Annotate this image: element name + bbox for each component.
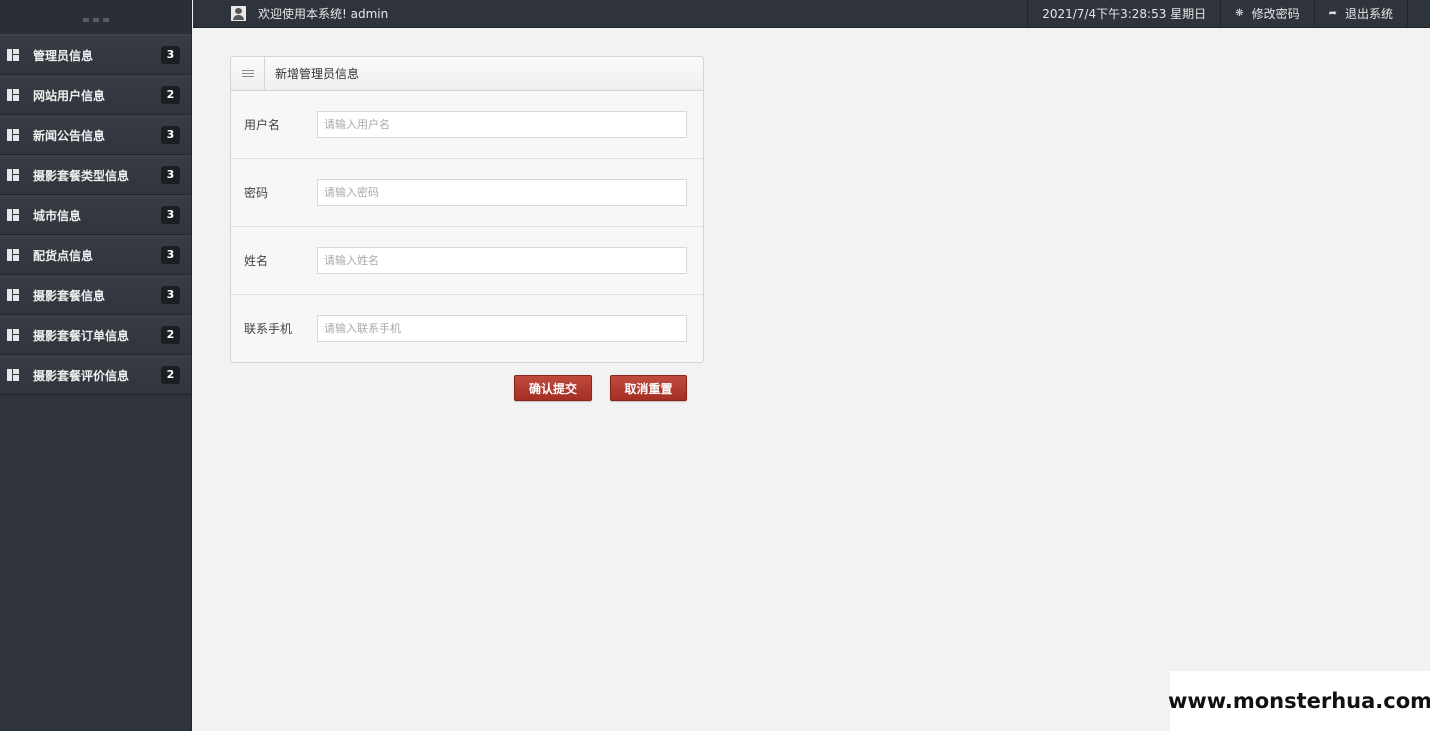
count-badge: 2 bbox=[161, 366, 180, 384]
count-badge: 3 bbox=[161, 126, 180, 144]
datetime-display: 2021/7/4下午3:28:53 星期日 bbox=[1027, 0, 1220, 28]
form-row-username: 用户名 bbox=[231, 91, 703, 159]
sidebar-item-package-reviews[interactable]: 摄影套餐评价信息 2 bbox=[0, 355, 191, 395]
name-label: 姓名 bbox=[244, 253, 269, 268]
sidebar-item-news[interactable]: 新闻公告信息 3 bbox=[0, 115, 191, 155]
form-row-phone: 联系手机 bbox=[231, 295, 703, 362]
layout-icon bbox=[7, 49, 19, 61]
count-badge: 3 bbox=[161, 166, 180, 184]
count-badge: 3 bbox=[161, 286, 180, 304]
sidebar-collapse-handle[interactable] bbox=[82, 18, 109, 22]
sidebar-item-delivery-points[interactable]: 配货点信息 3 bbox=[0, 235, 191, 275]
top-bar-right: 2021/7/4下午3:28:53 星期日 ❋ 修改密码 ➦ 退出系统 bbox=[1027, 0, 1430, 28]
watermark-text: www.monsterhua.com bbox=[1168, 671, 1430, 731]
logout-label: 退出系统 bbox=[1344, 7, 1393, 21]
layout-icon bbox=[7, 129, 19, 141]
share-arrow-icon: ➦ bbox=[1328, 8, 1337, 19]
layout-icon bbox=[7, 329, 19, 341]
change-password-label: 修改密码 bbox=[1251, 7, 1300, 21]
panel-header: 新增管理员信息 bbox=[231, 57, 703, 91]
layout-icon bbox=[7, 209, 19, 221]
layout-icon bbox=[7, 169, 19, 181]
sidebar-item-cities[interactable]: 城市信息 3 bbox=[0, 195, 191, 235]
sidebar-item-package-types[interactable]: 摄影套餐类型信息 3 bbox=[0, 155, 191, 195]
count-badge: 2 bbox=[161, 86, 180, 104]
layout-icon bbox=[7, 249, 19, 261]
password-label: 密码 bbox=[244, 185, 269, 200]
username-label: 用户名 bbox=[244, 117, 281, 132]
form-row-name: 姓名 bbox=[231, 227, 703, 295]
count-badge: 3 bbox=[161, 246, 180, 264]
sidebar-item-package-orders[interactable]: 摄影套餐订单信息 2 bbox=[0, 315, 191, 355]
panel-title: 新增管理员信息 bbox=[275, 67, 360, 81]
layout-icon bbox=[7, 289, 19, 301]
change-password-link[interactable]: ❋ 修改密码 bbox=[1220, 0, 1313, 28]
logout-link[interactable]: ➦ 退出系统 bbox=[1313, 0, 1408, 28]
user-icon bbox=[231, 6, 246, 21]
phone-input[interactable] bbox=[317, 315, 687, 342]
sidebar: 管理员信息 3 网站用户信息 2 新闻公告信息 3 摄影套餐类型信息 3 城市信… bbox=[0, 0, 192, 731]
phone-label: 联系手机 bbox=[244, 321, 293, 336]
reset-button[interactable]: 取消重置 bbox=[610, 375, 687, 401]
name-input[interactable] bbox=[317, 247, 687, 274]
form-panel: 新增管理员信息 用户名 密码 姓名 联系手机 bbox=[230, 56, 704, 363]
submit-button[interactable]: 确认提交 bbox=[514, 375, 592, 401]
count-badge: 3 bbox=[161, 206, 180, 224]
datetime-text: 2021/7/4下午3:28:53 星期日 bbox=[1042, 7, 1207, 21]
layout-icon bbox=[7, 369, 19, 381]
gear-icon: ❋ bbox=[1235, 8, 1244, 19]
sidebar-menu: 管理员信息 3 网站用户信息 2 新闻公告信息 3 摄影套餐类型信息 3 城市信… bbox=[0, 35, 191, 395]
count-badge: 3 bbox=[161, 46, 180, 64]
username-input[interactable] bbox=[317, 111, 687, 138]
count-badge: 2 bbox=[161, 326, 180, 344]
sidebar-item-site-users[interactable]: 网站用户信息 2 bbox=[0, 75, 191, 115]
sidebar-item-packages[interactable]: 摄影套餐信息 3 bbox=[0, 275, 191, 315]
list-icon bbox=[231, 57, 265, 90]
sidebar-header bbox=[0, 0, 191, 35]
top-bar: 欢迎使用本系统! admin 2021/7/4下午3:28:53 星期日 ❋ 修… bbox=[193, 0, 1430, 28]
password-input[interactable] bbox=[317, 179, 687, 206]
form-row-password: 密码 bbox=[231, 159, 703, 227]
sidebar-item-admin-info[interactable]: 管理员信息 3 bbox=[0, 35, 191, 75]
layout-icon bbox=[7, 89, 19, 101]
welcome-text: 欢迎使用本系统! admin bbox=[258, 7, 389, 21]
